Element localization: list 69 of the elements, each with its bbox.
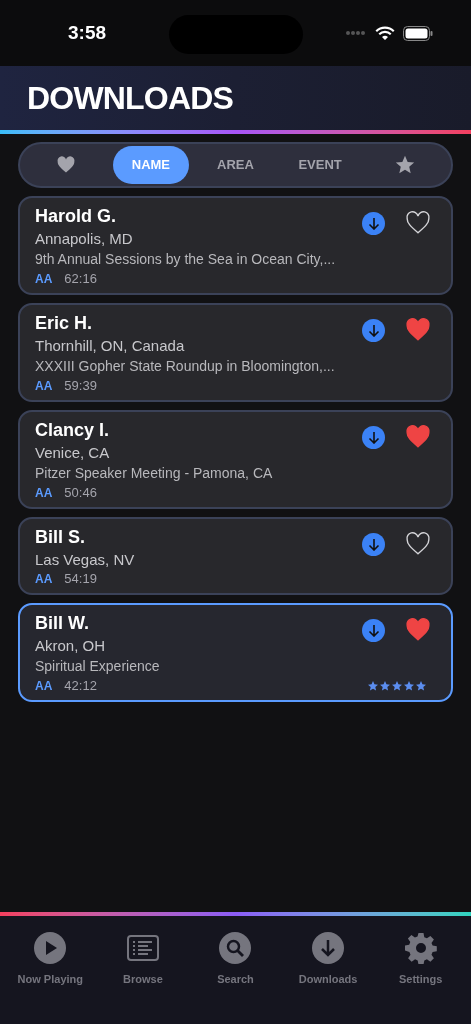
event-title: Pitzer Speaker Meeting - Pamona, CA — [35, 464, 273, 483]
signal-icon — [345, 30, 367, 36]
star-icon — [403, 680, 415, 692]
arrow-down-icon — [367, 623, 380, 637]
speaker-location: Venice, CA — [35, 443, 110, 463]
page-title: DOWNLOADS — [27, 79, 234, 118]
sort-tab[interactable]: EVENT — [282, 146, 359, 184]
star-icon — [379, 680, 391, 692]
download-button[interactable] — [362, 618, 385, 642]
speaker-name: Bill W. — [35, 612, 89, 635]
fellowship-label: AA — [35, 571, 53, 588]
filled-heart-icon[interactable] — [405, 317, 431, 343]
battery-icon — [403, 25, 433, 41]
arrow-down-icon — [367, 430, 380, 444]
sort-tab[interactable]: AREA — [197, 146, 274, 184]
fellowship-label: AA — [35, 271, 53, 288]
download-card[interactable]: Harold G. Annapolis, MD 9th Annual Sessions by the Sea in Ocean City,... AA 62:16 — [18, 196, 453, 295]
speaker-location: Las Vegas, NV — [35, 550, 135, 570]
arrow-down-icon — [367, 323, 380, 337]
fellowship-label: AA — [35, 378, 53, 395]
tab-bar-item[interactable]: Browse — [97, 932, 188, 988]
download-button[interactable] — [362, 532, 385, 556]
duration: 50:46 — [64, 484, 97, 502]
star-icon — [367, 680, 379, 692]
download-button[interactable] — [362, 211, 385, 235]
star-icon — [393, 154, 416, 176]
speaker-name: Bill S. — [35, 526, 85, 549]
star-icon — [415, 680, 427, 692]
event-title: 9th Annual Sessions by the Sea in Ocean City,... — [35, 250, 336, 269]
sort-tab[interactable]: NAME — [112, 146, 189, 184]
heart-outline-icon[interactable] — [405, 210, 431, 236]
download-card[interactable]: Bill W. Akron, OH Spiritual Experience AA 42:12 — [18, 603, 453, 702]
download-button[interactable] — [362, 425, 385, 449]
tab-bar-item[interactable]: Search — [190, 932, 281, 988]
status-time: 3:58 — [68, 20, 107, 45]
filled-heart-icon[interactable] — [405, 617, 431, 643]
filled-heart-icon[interactable] — [405, 424, 431, 450]
download-icon — [312, 932, 345, 964]
heart-icon — [56, 155, 77, 175]
speaker-location: Annapolis, MD — [35, 229, 133, 249]
download-card[interactable]: Clancy I. Venice, CA Pitzer Speaker Meeting - Pamona, CA AA 50:46 — [18, 410, 453, 509]
fellowship-label: AA — [35, 678, 53, 695]
search-icon — [219, 932, 252, 964]
arrow-down-icon — [367, 216, 380, 230]
list-icon — [126, 932, 159, 964]
settings-icon — [404, 932, 437, 964]
tab-bar-item[interactable]: Settings — [375, 932, 466, 988]
arrow-down-icon — [367, 537, 380, 551]
duration: 54:19 — [64, 570, 97, 588]
event-title: XXXIII Gopher State Roundup in Bloomington,... — [35, 357, 335, 376]
duration: 59:39 — [64, 377, 97, 395]
fellowship-label: AA — [35, 485, 53, 502]
duration: 62:16 — [64, 270, 97, 288]
play-icon — [34, 932, 67, 964]
download-card[interactable]: Eric H. Thornhill, ON, Canada XXXIII Gopher State Roundup in Bloomington,... AA 59:39 — [18, 303, 453, 402]
star-icon — [391, 680, 403, 692]
event-title: Spiritual Experience — [35, 657, 160, 676]
wifi-icon — [375, 25, 395, 41]
download-card[interactable]: Bill S. Las Vegas, NV AA 54:19 — [18, 517, 453, 595]
speaker-location: Akron, OH — [35, 636, 106, 656]
speaker-name: Clancy I. — [35, 419, 110, 442]
speaker-name: Eric H. — [35, 312, 93, 335]
tab-bar-item[interactable]: Downloads — [283, 932, 374, 988]
speaker-location: Thornhill, ON, Canada — [35, 336, 185, 356]
heart-outline-icon[interactable] — [405, 531, 431, 557]
speaker-name: Harold G. — [35, 205, 116, 228]
tab-bar-item[interactable]: Now Playing — [5, 932, 96, 988]
download-button[interactable] — [362, 318, 385, 342]
duration: 42:12 — [64, 677, 97, 695]
